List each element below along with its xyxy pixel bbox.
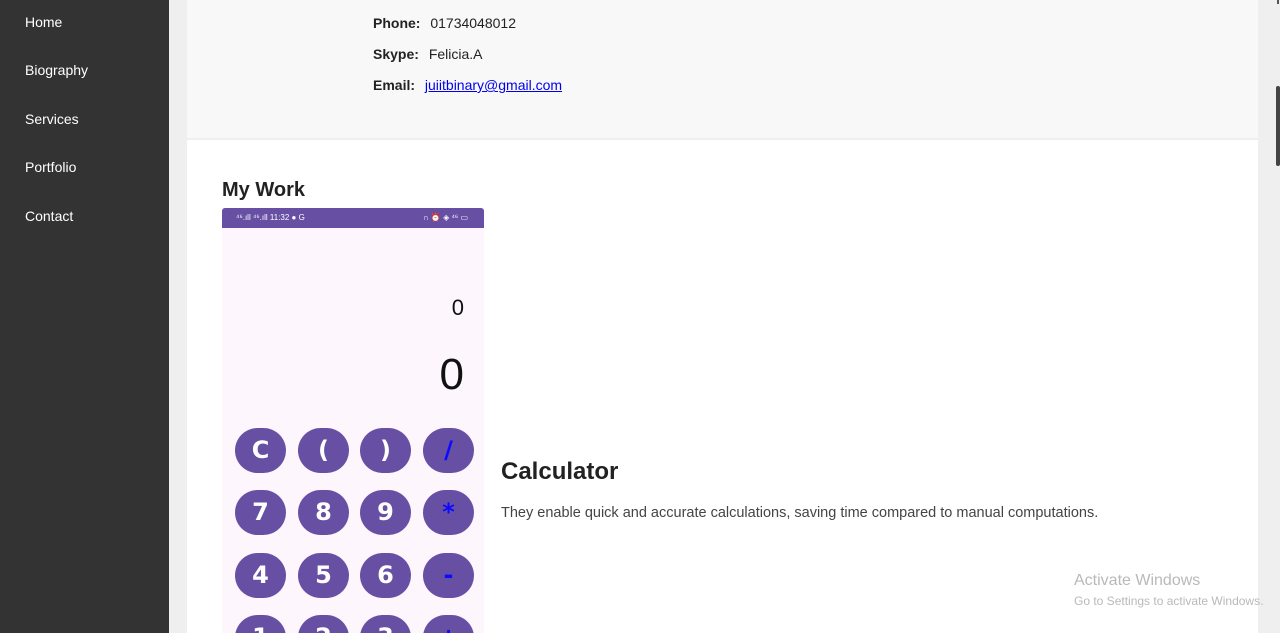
sidebar-item-home[interactable]: Home xyxy=(25,14,62,30)
sidebar-item-portfolio[interactable]: Portfolio xyxy=(25,159,76,175)
skype-label: Skype: xyxy=(373,46,419,62)
key-3: 3 xyxy=(360,615,411,633)
sidebar-item-biography[interactable]: Biography xyxy=(25,62,88,78)
key-4: 4 xyxy=(235,553,286,598)
status-right: ∩ ⏰ ◈ ⁴⁶ ▭ xyxy=(422,213,468,222)
status-left: ⁴⁶.ıll ⁴⁶.ıll 11:32 ● G xyxy=(236,213,305,222)
key-close-paren: ) xyxy=(360,428,411,473)
project-description: They enable quick and accurate calculati… xyxy=(501,505,1099,521)
key-6: 6 xyxy=(360,553,411,598)
key-8: 8 xyxy=(298,490,349,535)
email-row: Email: juiitbinary@gmail.com xyxy=(373,77,562,93)
phone-value: 01734048012 xyxy=(430,15,516,31)
sidebar-item-contact[interactable]: Contact xyxy=(25,208,73,224)
key-7: 7 xyxy=(235,490,286,535)
key-minus: - xyxy=(423,553,474,598)
key-plus: + xyxy=(423,615,474,633)
contact-info-card: Phone: 01734048012 Skype: Felicia.A Emai… xyxy=(187,0,1258,138)
section-title: My Work xyxy=(222,179,305,201)
phone-row: Phone: 01734048012 xyxy=(373,15,516,31)
skype-value: Felicia.A xyxy=(428,46,483,62)
key-multiply: * xyxy=(423,490,474,535)
watermark-subtitle: Go to Settings to activate Windows. xyxy=(1074,594,1264,608)
expression-display: 0 xyxy=(451,295,464,320)
watermark-title: Activate Windows xyxy=(1074,572,1201,589)
phone-label: Phone: xyxy=(373,15,421,31)
sidebar: Home Biography Services Portfolio Contac… xyxy=(0,0,169,633)
scrollbar-thumb[interactable] xyxy=(1276,86,1280,166)
key-clear: C xyxy=(235,428,286,473)
key-2: 2 xyxy=(298,615,349,633)
main-content: Phone: 01734048012 Skype: Felicia.A Emai… xyxy=(169,0,1280,633)
windows-activation-watermark: Activate Windows Go to Settings to activ… xyxy=(1074,572,1263,608)
result-display: 0 xyxy=(439,350,464,399)
project-title: Calculator xyxy=(501,458,619,485)
scrollbar-up-arrow[interactable] xyxy=(1277,0,1279,4)
email-label: Email: xyxy=(373,77,416,93)
key-9: 9 xyxy=(360,490,411,535)
sidebar-item-services[interactable]: Services xyxy=(25,111,79,127)
my-work-section: My Work ⁴⁶.ıll ⁴⁶.ıll 11:32 ● G ∩ ⏰ ◈ ⁴⁶… xyxy=(187,140,1258,633)
key-divide: / xyxy=(423,428,474,473)
calculator-screenshot: ⁴⁶.ıll ⁴⁶.ıll 11:32 ● G ∩ ⏰ ◈ ⁴⁶ ▭ 0 0 C… xyxy=(222,208,484,633)
phone-status-bar: ⁴⁶.ıll ⁴⁶.ıll 11:32 ● G ∩ ⏰ ◈ ⁴⁶ ▭ xyxy=(222,208,484,228)
skype-row: Skype: Felicia.A xyxy=(373,46,483,62)
email-link[interactable]: juiitbinary@gmail.com xyxy=(425,77,562,93)
key-1: 1 xyxy=(235,615,286,633)
key-open-paren: ( xyxy=(298,428,349,473)
key-5: 5 xyxy=(298,553,349,598)
